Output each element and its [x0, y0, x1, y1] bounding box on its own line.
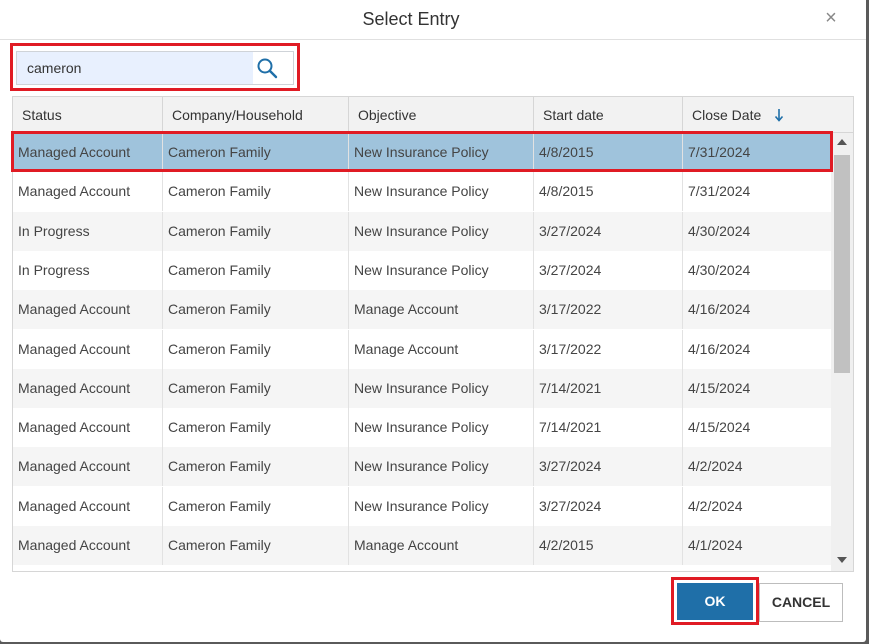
- cell-company-household: Cameron Family: [163, 172, 349, 212]
- cell-company-household: Cameron Family: [163, 486, 349, 526]
- scroll-down-arrow-icon[interactable]: [837, 557, 847, 563]
- cell-objective: New Insurance Policy: [349, 211, 534, 251]
- column-header-company-household[interactable]: Company/Household: [163, 97, 349, 133]
- cell-start-date: 3/27/2024: [534, 486, 683, 526]
- cell-company-household: Cameron Family: [163, 526, 349, 565]
- table-row[interactable]: Managed Account Cameron Family Manage Acco…: [13, 290, 831, 330]
- grid-header: Status Company/Household Objective Start…: [13, 97, 831, 133]
- table-row[interactable]: Managed Account Cameron Family New Insuran…: [13, 172, 831, 212]
- cell-company-household: Cameron Family: [163, 133, 349, 172]
- table-row[interactable]: Managed Account Cameron Family New Insuran…: [13, 368, 831, 408]
- cell-company-household: Cameron Family: [163, 368, 349, 408]
- cell-status: In Progress: [13, 250, 163, 290]
- table-row[interactable]: In Progress Cameron Family New Insurance P…: [13, 250, 831, 290]
- table-row[interactable]: Managed Account Cameron Family Manage Acco…: [13, 526, 831, 565]
- scroll-up-arrow-icon[interactable]: [837, 139, 847, 145]
- cell-status: Managed Account: [13, 172, 163, 212]
- cell-company-household: Cameron Family: [163, 447, 349, 487]
- search-input[interactable]: [17, 52, 253, 84]
- cell-start-date: 4/8/2015: [534, 172, 683, 212]
- cell-close-date: 4/30/2024: [688, 261, 751, 278]
- entry-grid: Status Company/Household Objective Start…: [12, 96, 854, 572]
- table-row[interactable]: Managed Account Cameron Family New Insuran…: [13, 486, 831, 526]
- cell-close-date: 4/16/2024: [688, 340, 751, 357]
- table-row[interactable]: Managed Account Cameron Family Manage Acco…: [13, 329, 831, 369]
- cell-company-household: Cameron Family: [163, 329, 349, 369]
- cancel-button[interactable]: CANCEL: [759, 583, 843, 622]
- cell-close-date: 4/1/2024: [688, 537, 743, 553]
- search-icon[interactable]: [255, 56, 279, 80]
- cell-start-date: 7/14/2021: [534, 368, 683, 408]
- cell-close-date: 7/31/2024: [688, 144, 751, 160]
- cell-close-date: 4/30/2024: [688, 222, 751, 239]
- cell-status: Managed Account: [13, 408, 163, 448]
- cell-close-date: 7/31/2024: [688, 183, 751, 200]
- cell-status: Managed Account: [13, 526, 163, 565]
- cell-status: Managed Account: [13, 368, 163, 408]
- cell-close-date: 4/2/2024: [688, 458, 743, 475]
- cell-objective: New Insurance Policy: [349, 447, 534, 487]
- cell-objective: New Insurance Policy: [349, 368, 534, 408]
- cell-objective: New Insurance Policy: [349, 172, 534, 212]
- table-row[interactable]: Managed Account Cameron Family New Insuran…: [13, 447, 831, 487]
- search-box: [16, 51, 294, 85]
- cell-start-date: 3/27/2024: [534, 447, 683, 487]
- cell-status: In Progress: [13, 211, 163, 251]
- cell-close-date: 4/15/2024: [688, 419, 751, 436]
- cell-start-date: 4/8/2015: [534, 133, 683, 172]
- close-icon[interactable]: ×: [822, 8, 840, 28]
- table-row[interactable]: Managed Account Cameron Family New Insuran…: [13, 133, 831, 172]
- table-row[interactable]: Managed Account Cameron Family New Insuran…: [13, 408, 831, 448]
- cell-company-household: Cameron Family: [163, 408, 349, 448]
- cell-status: Managed Account: [13, 486, 163, 526]
- cell-start-date: 3/27/2024: [534, 211, 683, 251]
- vertical-scrollbar[interactable]: [831, 133, 853, 571]
- cell-objective: New Insurance Policy: [349, 408, 534, 448]
- header-scroll-corner: [831, 97, 853, 133]
- column-header-start-date[interactable]: Start date: [534, 97, 683, 133]
- cell-objective: New Insurance Policy: [349, 486, 534, 526]
- sort-descending-icon[interactable]: [773, 106, 785, 124]
- cell-close-date: 4/15/2024: [688, 379, 751, 396]
- column-header-close-date[interactable]: Close Date: [683, 97, 831, 133]
- cell-company-household: Cameron Family: [163, 211, 349, 251]
- cell-objective: Manage Account: [349, 526, 534, 565]
- cell-start-date: 3/17/2022: [534, 329, 683, 369]
- table-row[interactable]: In Progress Cameron Family New Insurance P…: [13, 211, 831, 251]
- cell-company-household: Cameron Family: [163, 250, 349, 290]
- cell-close-date: 4/2/2024: [688, 497, 743, 514]
- cell-company-household: Cameron Family: [163, 290, 349, 330]
- select-entry-dialog: Select Entry × Status Company/Household …: [0, 0, 866, 642]
- ok-button[interactable]: OK: [677, 583, 753, 620]
- cell-status: Managed Account: [13, 133, 163, 172]
- cell-status: Managed Account: [13, 290, 163, 330]
- column-header-status[interactable]: Status: [13, 97, 163, 133]
- cell-status: Managed Account: [13, 447, 163, 487]
- cell-objective: New Insurance Policy: [349, 133, 534, 172]
- cell-objective: Manage Account: [349, 290, 534, 330]
- cell-start-date: 3/27/2024: [534, 250, 683, 290]
- scrollbar-thumb[interactable]: [834, 155, 850, 373]
- cell-start-date: 4/2/2015: [534, 526, 683, 565]
- cell-objective: New Insurance Policy: [349, 250, 534, 290]
- cell-start-date: 7/14/2021: [534, 408, 683, 448]
- column-header-objective[interactable]: Objective: [349, 97, 534, 133]
- cell-objective: Manage Account: [349, 329, 534, 369]
- dialog-title: Select Entry: [362, 9, 460, 29]
- cell-status: Managed Account: [13, 329, 163, 369]
- cell-close-date: 4/16/2024: [688, 301, 751, 318]
- cell-start-date: 3/17/2022: [534, 290, 683, 330]
- dialog-titlebar: Select Entry ×: [0, 0, 866, 40]
